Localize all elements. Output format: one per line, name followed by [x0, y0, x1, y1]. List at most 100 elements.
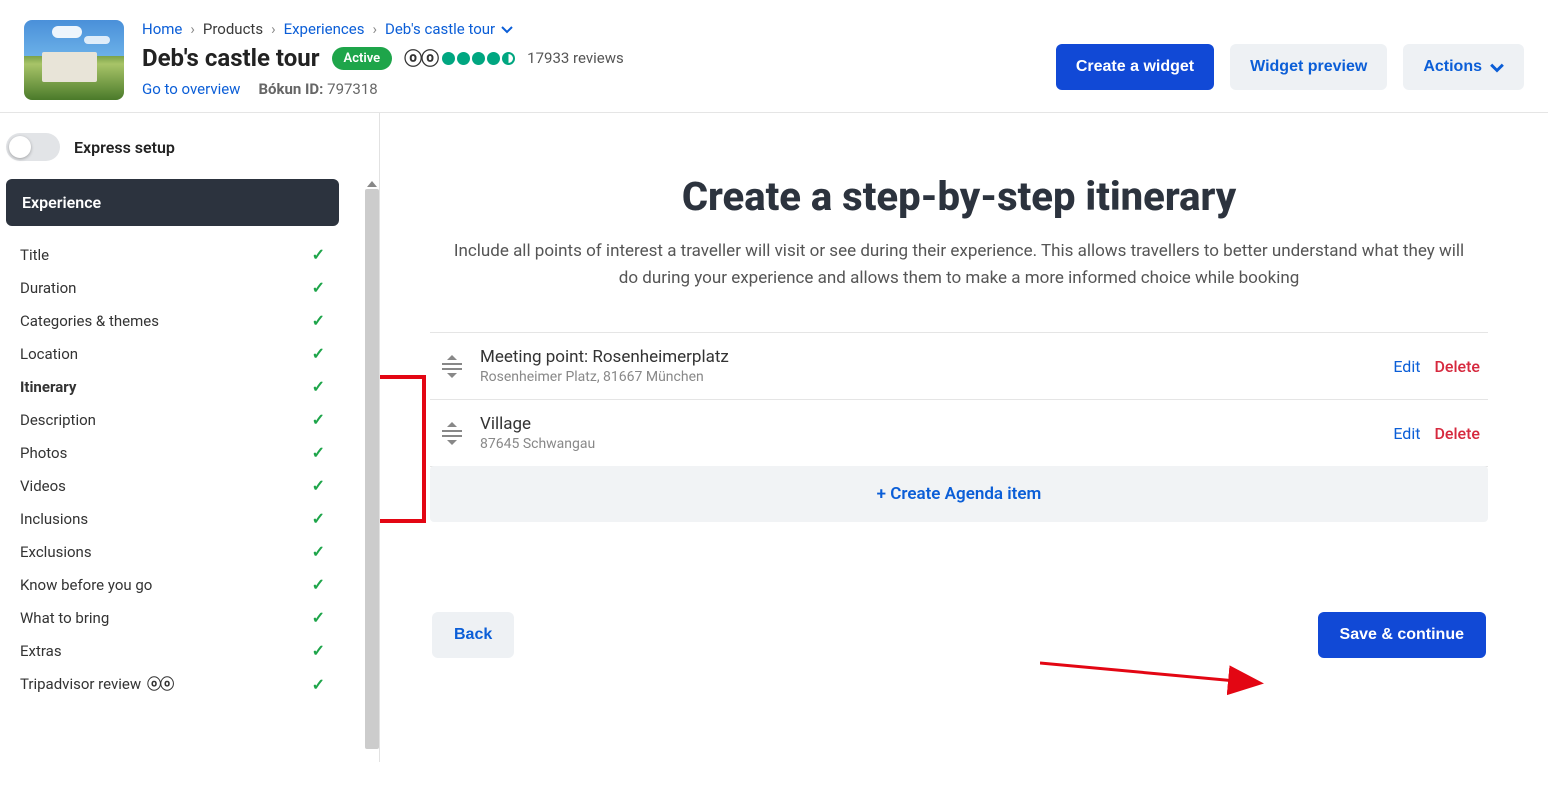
- reviews-count: 17933 reviews: [527, 49, 624, 67]
- sidebar-item-label: Photos: [20, 444, 67, 462]
- sidebar-item-label: Title: [20, 246, 49, 264]
- check-icon: ✓: [312, 575, 325, 594]
- tripadvisor-icon: ⓞⓞ: [147, 674, 173, 694]
- sidebar-item-label: Know before you go: [20, 576, 152, 594]
- itinerary-info: Meeting point: Rosenheimerplatz Rosenhei…: [480, 347, 1379, 385]
- sidebar-item-label: Itinerary: [20, 378, 76, 396]
- sidebar-item-exclusions[interactable]: Exclusions✓: [6, 535, 339, 568]
- edit-link[interactable]: Edit: [1393, 424, 1420, 443]
- check-icon: ✓: [312, 443, 325, 462]
- sidebar-item-label: What to bring: [20, 609, 109, 627]
- itinerary-list: Meeting point: Rosenheimerplatz Rosenhei…: [430, 332, 1488, 467]
- itinerary-item-title: Village: [480, 414, 1379, 434]
- bokun-id-value: 797318: [327, 80, 378, 98]
- sidebar-item-tripadvisor-review[interactable]: Tripadvisor review ⓞⓞ ✓: [6, 667, 339, 701]
- sub-row: Go to overview Bókun ID: 797318: [142, 80, 1056, 98]
- itinerary-item-title: Meeting point: Rosenheimerplatz: [480, 347, 1379, 367]
- chevron-right-icon: ›: [190, 20, 195, 38]
- status-badge: Active: [332, 47, 393, 70]
- title-row: Deb's castle tour Active ⓞⓞ 17933 review…: [142, 44, 1056, 72]
- sidebar-item-extras[interactable]: Extras ✓: [6, 634, 339, 667]
- sidebar-item-location[interactable]: Location ✓: [6, 337, 339, 370]
- sidebar-section-experience[interactable]: Experience: [6, 179, 339, 226]
- annotation-arrow: [1040, 655, 1280, 695]
- itinerary-item-subtitle: Rosenheimer Platz, 81667 München: [480, 369, 1379, 385]
- sidebar-item-know-before-you-go[interactable]: Know before you go ✓: [6, 568, 339, 601]
- create-agenda-button[interactable]: + Create Agenda item: [430, 466, 1488, 522]
- sidebar-item-itinerary[interactable]: Itinerary ✓: [6, 370, 339, 403]
- itinerary-item-subtitle: 87645 Schwangau: [480, 436, 1379, 452]
- breadcrumb-home[interactable]: Home: [142, 20, 182, 38]
- check-icon: ✓: [312, 344, 325, 363]
- sidebar-item-label: Exclusions: [20, 543, 92, 561]
- sidebar-item-title[interactable]: Title ✓: [6, 238, 339, 271]
- itinerary-info: Village 87645 Schwangau: [480, 414, 1379, 452]
- sidebar-item-inclusions[interactable]: Inclusions ✓: [6, 502, 339, 535]
- scrollbar[interactable]: [365, 189, 379, 749]
- tripadvisor-icon: ⓞⓞ: [404, 45, 438, 71]
- overview-link[interactable]: Go to overview: [142, 80, 240, 98]
- sidebar-item-label: Location: [20, 345, 78, 363]
- itinerary-row: Village 87645 Schwangau Edit Delete: [430, 400, 1488, 467]
- body: Express setup Experience Title✓Duration✓…: [0, 112, 1548, 762]
- breadcrumb-products[interactable]: Products: [203, 20, 263, 38]
- chevron-right-icon: ›: [372, 20, 377, 38]
- breadcrumb: Home › Products › Experiences › Deb's ca…: [142, 20, 1056, 38]
- main-content: Create a step-by-step itinerary Include …: [380, 113, 1548, 762]
- tripadvisor-rating: ⓞⓞ: [404, 45, 515, 71]
- nav-list: Title✓Duration✓Categories & themes✓Locat…: [6, 238, 339, 701]
- drag-handle-icon[interactable]: [438, 355, 466, 378]
- breadcrumb-current-label: Deb's castle tour: [385, 20, 495, 38]
- sidebar-item-videos[interactable]: Videos✓: [6, 469, 339, 502]
- sidebar-item-label: Categories & themes: [20, 312, 159, 330]
- actions-dropdown[interactable]: Actions: [1403, 44, 1524, 90]
- delete-link[interactable]: Delete: [1434, 424, 1480, 443]
- check-icon: ✓: [312, 311, 325, 330]
- check-icon: ✓: [312, 675, 325, 694]
- sidebar-item-description[interactable]: Description✓: [6, 403, 339, 436]
- check-icon: ✓: [312, 377, 325, 396]
- express-toggle[interactable]: [6, 133, 60, 161]
- sidebar-item-label: Extras: [20, 642, 62, 660]
- express-setup-row: Express setup: [6, 131, 379, 179]
- main-description: Include all points of interest a travell…: [449, 238, 1469, 292]
- back-button[interactable]: Back: [432, 612, 514, 658]
- sidebar-item-what-to-bring[interactable]: What to bring ✓: [6, 601, 339, 634]
- page-header: Home › Products › Experiences › Deb's ca…: [0, 0, 1548, 112]
- check-icon: ✓: [312, 410, 325, 429]
- sidebar-item-photos[interactable]: Photos ✓: [6, 436, 339, 469]
- delete-link[interactable]: Delete: [1434, 357, 1480, 376]
- check-icon: ✓: [312, 608, 325, 627]
- check-icon: ✓: [312, 641, 325, 660]
- sidebar-item-label: Tripadvisor review: [20, 675, 141, 693]
- itinerary-actions: Edit Delete: [1393, 424, 1480, 443]
- chevron-down-icon: [501, 23, 513, 35]
- main-title: Create a step-by-step itinerary: [430, 173, 1488, 220]
- bokun-id-label: Bókun ID:: [258, 80, 323, 98]
- check-icon: ✓: [312, 509, 325, 528]
- check-icon: ✓: [312, 278, 325, 297]
- save-continue-button[interactable]: Save & continue: [1318, 612, 1486, 658]
- bokun-id: Bókun ID: 797318: [258, 80, 377, 98]
- header-actions: Create a widget Widget preview Actions: [1056, 44, 1524, 90]
- itinerary-row: Meeting point: Rosenheimerplatz Rosenhei…: [430, 333, 1488, 400]
- page-title: Deb's castle tour: [142, 44, 320, 72]
- breadcrumb-experiences[interactable]: Experiences: [284, 20, 365, 38]
- footer-row: Back Save & continue: [430, 612, 1488, 658]
- sidebar: Express setup Experience Title✓Duration✓…: [0, 113, 380, 762]
- edit-link[interactable]: Edit: [1393, 357, 1420, 376]
- create-widget-button[interactable]: Create a widget: [1056, 44, 1214, 90]
- widget-preview-button[interactable]: Widget preview: [1230, 44, 1387, 90]
- sidebar-item-duration[interactable]: Duration✓: [6, 271, 339, 304]
- itinerary-actions: Edit Delete: [1393, 357, 1480, 376]
- sidebar-item-label: Inclusions: [20, 510, 88, 528]
- check-icon: ✓: [312, 245, 325, 264]
- rating-dots: [442, 52, 515, 65]
- actions-label: Actions: [1423, 58, 1482, 76]
- drag-handle-icon[interactable]: [438, 422, 466, 445]
- header-info: Home › Products › Experiences › Deb's ca…: [142, 20, 1056, 98]
- express-label: Express setup: [74, 138, 175, 157]
- breadcrumb-current[interactable]: Deb's castle tour: [385, 20, 513, 38]
- annotation-box: [380, 375, 426, 523]
- sidebar-item-categories-themes[interactable]: Categories & themes ✓: [6, 304, 339, 337]
